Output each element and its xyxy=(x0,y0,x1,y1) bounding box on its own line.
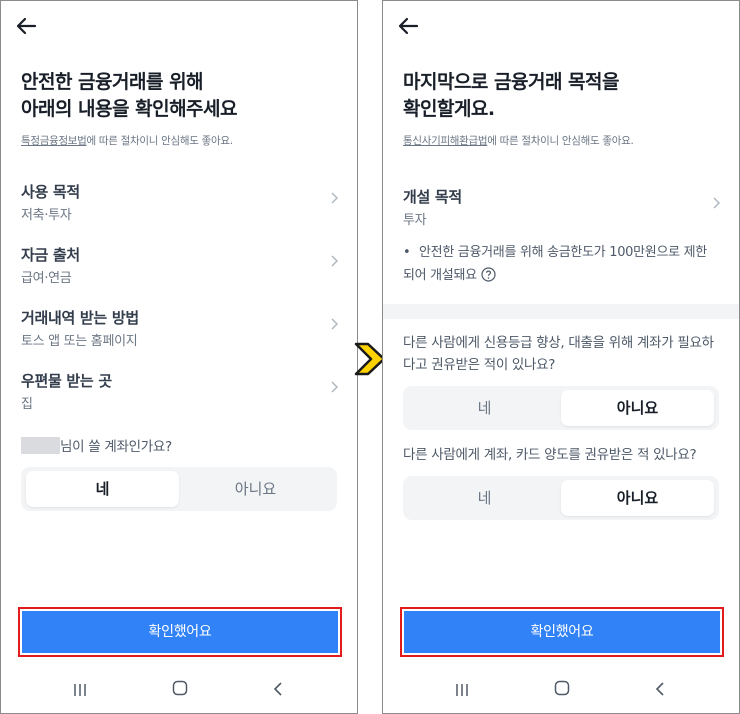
page-title: 마지막으로 금융거래 목적을 확인할게요. xyxy=(403,69,620,123)
toggle-no[interactable]: 아니요 xyxy=(561,480,714,516)
phone-screen-right: 마지막으로 금융거래 목적을 확인할게요. 통신사기피해환급법에 따른 절차이니… xyxy=(382,0,740,714)
row-label: 우편물 받는 곳 xyxy=(21,372,112,390)
subtitle-text: 에 따른 절차이니 안심해도 좋아요. xyxy=(86,135,234,147)
row-label: 자금 출처 xyxy=(21,246,80,264)
page-subtitle: 통신사기피해환급법에 따른 절차이니 안심해도 좋아요. xyxy=(403,133,634,148)
row-value: 토스 앱 또는 홈페이지 xyxy=(21,334,138,349)
row-label: 사용 목적 xyxy=(21,183,80,201)
title-line-2: 확인할게요. xyxy=(403,98,495,120)
phone-screen-left: 안전한 금융거래를 위해 아래의 내용을 확인해주세요 특정금융정보법에 따른 … xyxy=(0,0,358,714)
row-statement-method[interactable]: 거래내역 받는 방법 토스 앱 또는 홈페이지 xyxy=(21,307,339,353)
nav-home-icon[interactable] xyxy=(554,680,570,696)
confirm-button[interactable]: 확인했어요 xyxy=(22,611,338,653)
section-divider xyxy=(383,304,739,319)
account-owner-question: 님이 쓸 계좌인가요? xyxy=(21,436,172,458)
law-link[interactable]: 통신사기피해환급법 xyxy=(403,135,488,147)
row-value: 저축·투자 xyxy=(21,208,72,223)
redacted-name xyxy=(21,437,60,454)
row-opening-purpose[interactable]: 개설 목적 투자 xyxy=(403,186,721,232)
nav-back-icon[interactable] xyxy=(273,681,283,697)
row-mail-address[interactable]: 우편물 받는 곳 집 xyxy=(21,370,339,416)
row-label: 거래내역 받는 방법 xyxy=(21,309,139,327)
back-arrow-icon[interactable] xyxy=(397,15,419,37)
chevron-right-icon xyxy=(331,318,339,330)
chevron-right-icon xyxy=(331,255,339,267)
row-value: 집 xyxy=(21,397,33,412)
back-arrow-icon[interactable] xyxy=(15,15,37,37)
nav-home-icon[interactable] xyxy=(172,680,188,696)
question-credit-loan: 다른 사람에게 신용등급 향상, 대출을 위해 계좌가 필요하다고 권유받은 적… xyxy=(403,335,714,373)
nav-recent-apps-icon[interactable] xyxy=(455,683,469,697)
toggle-yes[interactable]: 네 xyxy=(408,480,561,516)
row-value: 투자 xyxy=(403,213,427,228)
question-text: 님이 쓸 계좌인가요? xyxy=(60,439,172,455)
toggle-yes[interactable]: 네 xyxy=(26,471,179,507)
chevron-right-icon xyxy=(331,192,339,204)
chevron-right-icon xyxy=(331,381,339,393)
row-value: 급여·연금 xyxy=(21,271,72,286)
subtitle-text: 에 따른 절차이니 안심해도 좋아요. xyxy=(487,135,634,147)
highlight-frame: 확인했어요 xyxy=(18,607,342,657)
page-title: 안전한 금융거래를 위해 아래의 내용을 확인해주세요 xyxy=(21,69,238,123)
nav-back-icon[interactable] xyxy=(655,681,665,697)
toggle-no[interactable]: 아니요 xyxy=(179,471,332,507)
row-fund-source[interactable]: 자금 출처 급여·연금 xyxy=(21,244,339,290)
system-navbar xyxy=(383,673,739,713)
page-subtitle: 특정금융정보법에 따른 절차이니 안심해도 좋아요. xyxy=(21,133,233,148)
credit-loan-toggle: 네 아니요 xyxy=(403,386,719,430)
row-usage-purpose[interactable]: 사용 목적 저축·투자 xyxy=(21,181,339,227)
chevron-right-icon xyxy=(713,197,721,209)
confirm-button[interactable]: 확인했어요 xyxy=(404,611,720,653)
limit-notice: • 안전한 금융거래를 위해 송금한도가 100만원으로 제한되어 개설돼요 xyxy=(403,241,718,287)
owner-toggle: 네 아니요 xyxy=(21,467,337,511)
bullet: • xyxy=(403,245,411,260)
title-line-1: 마지막으로 금융거래 목적을 xyxy=(403,71,620,93)
help-circle-icon[interactable] xyxy=(481,267,496,282)
title-line-1: 안전한 금융거래를 위해 xyxy=(21,71,204,93)
law-link[interactable]: 특정금융정보법 xyxy=(21,135,87,147)
toggle-no[interactable]: 아니요 xyxy=(561,390,714,426)
toggle-yes[interactable]: 네 xyxy=(408,390,561,426)
nav-recent-apps-icon[interactable] xyxy=(73,683,87,697)
highlight-frame: 확인했어요 xyxy=(400,607,724,657)
system-navbar xyxy=(1,673,357,713)
question-account-transfer: 다른 사람에게 계좌, 카드 양도를 권유받은 적 있나요? xyxy=(403,447,697,463)
title-line-2: 아래의 내용을 확인해주세요 xyxy=(21,98,238,120)
account-transfer-toggle: 네 아니요 xyxy=(403,476,719,520)
row-label: 개설 목적 xyxy=(403,188,462,206)
notice-text: 안전한 금융거래를 위해 송금한도가 100만원으로 제한되어 개설돼요 xyxy=(403,245,707,283)
